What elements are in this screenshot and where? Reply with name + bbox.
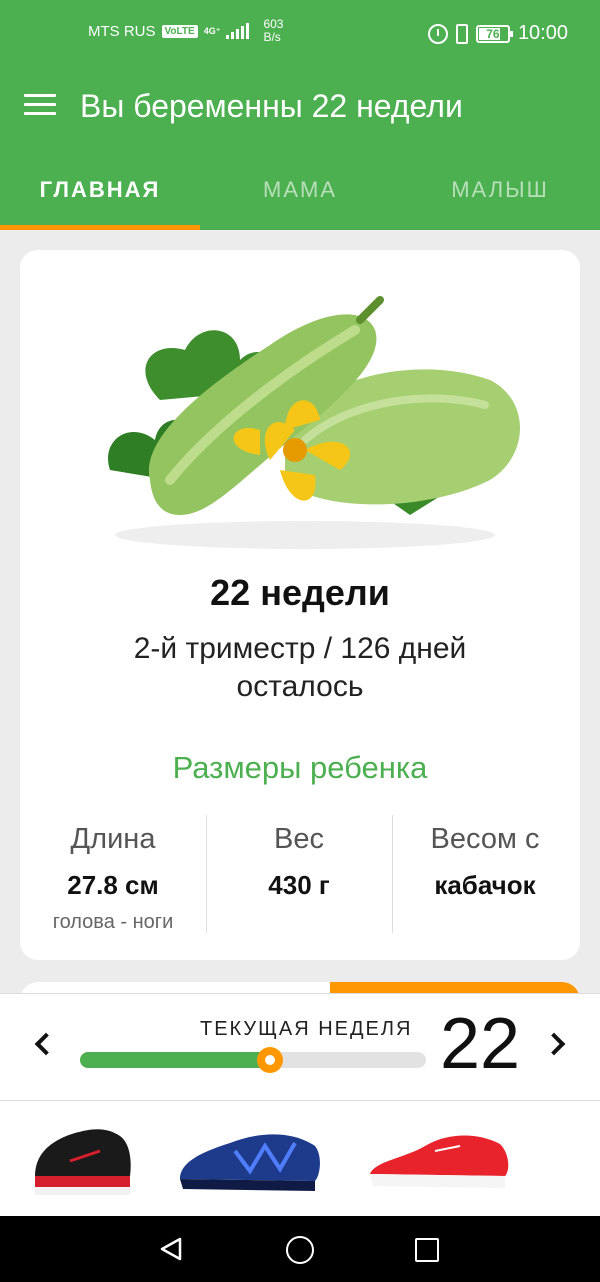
app-title: Вы беременны 22 недели [80, 88, 463, 124]
network-type: 4G⁺ [203, 25, 221, 36]
week-progress-knob[interactable] [257, 1047, 284, 1073]
network-speed-value: 603 [263, 17, 284, 31]
blue-sneaker-image[interactable] [175, 1121, 325, 1201]
menu-icon[interactable] [24, 94, 56, 116]
signal-icon [226, 23, 250, 39]
week-progress-bar[interactable] [80, 1047, 426, 1073]
carrier-label: MTS RUS [88, 22, 156, 40]
baby-sizes-title: Размеры ребенка [172, 750, 428, 785]
tab-mom[interactable]: МАМА [200, 150, 400, 230]
stat-compare-label: Весом с [430, 823, 540, 855]
stat-weight-value: 430 г [268, 870, 330, 900]
clock: 10:00 [517, 22, 568, 44]
home-icon[interactable] [286, 1236, 314, 1264]
volte-badge: VoLTE [161, 24, 198, 38]
system-nav-bar [0, 1216, 600, 1282]
ad-banner[interactable] [0, 1101, 600, 1216]
network-speed-unit: B/s [263, 30, 281, 44]
battery-percent: 76 [486, 26, 500, 41]
chevron-left-icon [34, 1032, 58, 1056]
baby-stats: Длина 27.8 см голова - ноги Вес 430 г Ве… [20, 815, 580, 935]
zucchini-illustration [108, 296, 520, 549]
week-progress-fill [80, 1052, 271, 1068]
status-left: MTS RUS VoLTE 4G⁺ 603 B/s [88, 18, 283, 44]
battery-icon: 76 [475, 24, 513, 43]
tab-main[interactable]: ГЛАВНАЯ [0, 150, 200, 230]
chevron-right-icon [542, 1032, 566, 1056]
network-speed: 603 B/s [263, 18, 283, 44]
current-week-label: ТЕКУЩАЯ НЕДЕЛЯ [200, 1018, 413, 1040]
stat-weight-label: Вес [274, 823, 324, 855]
recent-apps-icon[interactable] [415, 1238, 439, 1262]
status-right: 76 10:00 [427, 22, 568, 45]
vibrate-icon [455, 23, 468, 44]
stat-length-note: голова - ноги [52, 911, 174, 933]
previous-week-button[interactable] [22, 1024, 62, 1064]
current-week-number: 22 [440, 1004, 521, 1084]
week-info-card: 22 недели 2-й триместр / 126 дней остало… [20, 250, 580, 960]
back-icon[interactable] [158, 1236, 184, 1262]
stat-compare-value: кабачок [434, 870, 536, 900]
stat-size-compare: Весом с кабачок [392, 815, 578, 935]
stat-length: Длина 27.8 см голова - ноги [20, 815, 206, 935]
black-red-sneaker-image[interactable] [30, 1121, 135, 1201]
app-bar: Вы беременны 22 недели [0, 70, 600, 150]
trimester-text: 2-й триместр / 126 дней осталось [133, 632, 467, 703]
red-sneaker-image[interactable] [365, 1126, 515, 1201]
status-bar: MTS RUS VoLTE 4G⁺ 603 B/s 76 10:00 [0, 0, 600, 70]
week-selector: ТЕКУЩАЯ НЕДЕЛЯ 22 [0, 993, 600, 1101]
tab-bar: ГЛАВНАЯ МАМА МАЛЫШ [0, 150, 600, 230]
week-title: 22 недели [210, 572, 390, 613]
stat-length-label: Длина [70, 823, 156, 855]
stat-weight: Вес 430 г [206, 815, 392, 935]
stat-length-value: 27.8 см [67, 870, 159, 900]
tab-baby[interactable]: МАЛЫШ [400, 150, 600, 230]
next-week-button[interactable] [538, 1024, 578, 1064]
alarm-icon [427, 23, 448, 44]
